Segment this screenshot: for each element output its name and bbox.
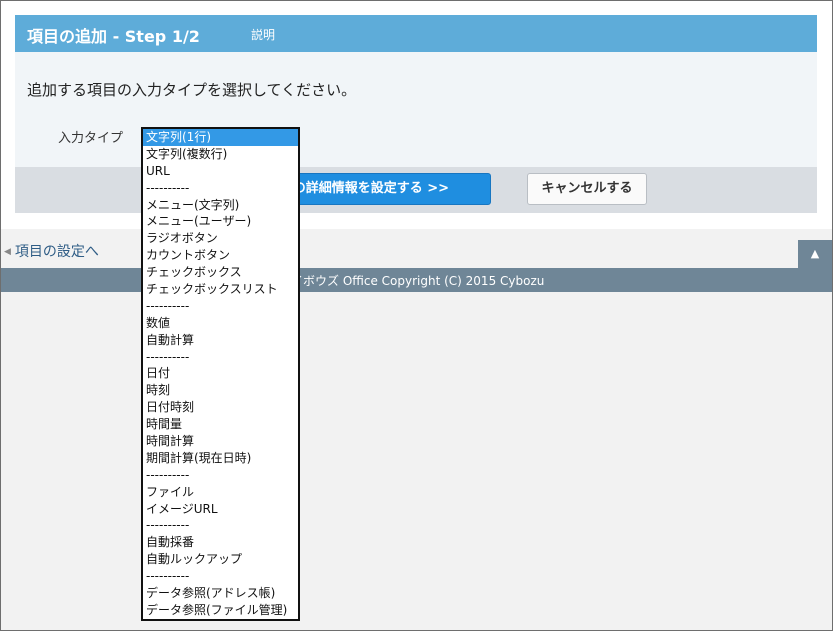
input-type-option[interactable]: データ参照(ファイル管理) [143,602,298,619]
triangle-left-icon: ◀ [4,247,11,257]
copyright-text: イボウズ Office Copyright (C) 2015 Cybozu [291,274,545,288]
input-type-option[interactable]: イメージURL [143,501,298,518]
option-separator[interactable]: ---------- [143,298,298,315]
input-type-option[interactable]: 日付 [143,365,298,382]
input-type-option[interactable]: 時間計算 [143,433,298,450]
input-type-option[interactable]: チェックボックスリスト [143,281,298,298]
footer: イボウズ Office Copyright (C) 2015 Cybozu [1,268,832,292]
back-to-item-settings-link[interactable]: ◀ 項目の設定へ [4,241,99,261]
panel-header: 項目の追加 - Step 1/2 説明 [15,15,817,52]
help-link[interactable]: 説明 [251,26,275,43]
input-type-option[interactable]: メニュー(文字列) [143,197,298,214]
add-item-panel: 項目の追加 - Step 1/2 説明 追加する項目の入力タイプを選択してくださ… [15,15,817,213]
input-type-option[interactable]: カウントボタン [143,247,298,264]
input-type-option[interactable]: URL [143,163,298,180]
input-type-option[interactable]: 自動ルックアップ [143,551,298,568]
input-type-option[interactable]: チェックボックス [143,264,298,281]
input-type-option[interactable]: 日付時刻 [143,399,298,416]
input-type-option[interactable]: 自動計算 [143,332,298,349]
input-type-option[interactable]: 時刻 [143,382,298,399]
input-type-option[interactable]: メニュー(ユーザー) [143,213,298,230]
input-type-option[interactable]: 時間量 [143,416,298,433]
cancel-button[interactable]: キャンセルする [527,173,647,205]
input-type-option[interactable]: ファイル [143,484,298,501]
instruction-text: 追加する項目の入力タイプを選択してください。 [27,81,357,99]
page-top-button[interactable]: ▲ [798,240,832,268]
input-type-listbox[interactable]: 文字列(1行) 文字列(複数行) URL ---------- メニュー(文字列) メニュ… [141,127,300,621]
option-separator[interactable]: ---------- [143,568,298,585]
option-separator[interactable]: ---------- [143,180,298,197]
option-separator[interactable]: ---------- [143,467,298,484]
input-type-label: 入力タイプ [58,131,124,146]
action-bar: の詳細情報を設定する >> キャンセルする [15,167,817,213]
input-type-option[interactable]: 自動採番 [143,534,298,551]
option-separator[interactable]: ---------- [143,349,298,366]
input-type-option[interactable]: 文字列(1行) [143,129,298,146]
input-type-option[interactable]: 数値 [143,315,298,332]
back-link-label: 項目の設定へ [14,244,99,260]
input-type-option[interactable]: 文字列(複数行) [143,146,298,163]
input-type-option[interactable]: データ参照(アドレス帳) [143,585,298,602]
page-title: 項目の追加 - Step 1/2 [27,27,200,46]
option-separator[interactable]: ---------- [143,517,298,534]
input-type-option[interactable]: 期間計算(現在日時) [143,450,298,467]
input-type-option[interactable]: ラジオボタン [143,230,298,247]
